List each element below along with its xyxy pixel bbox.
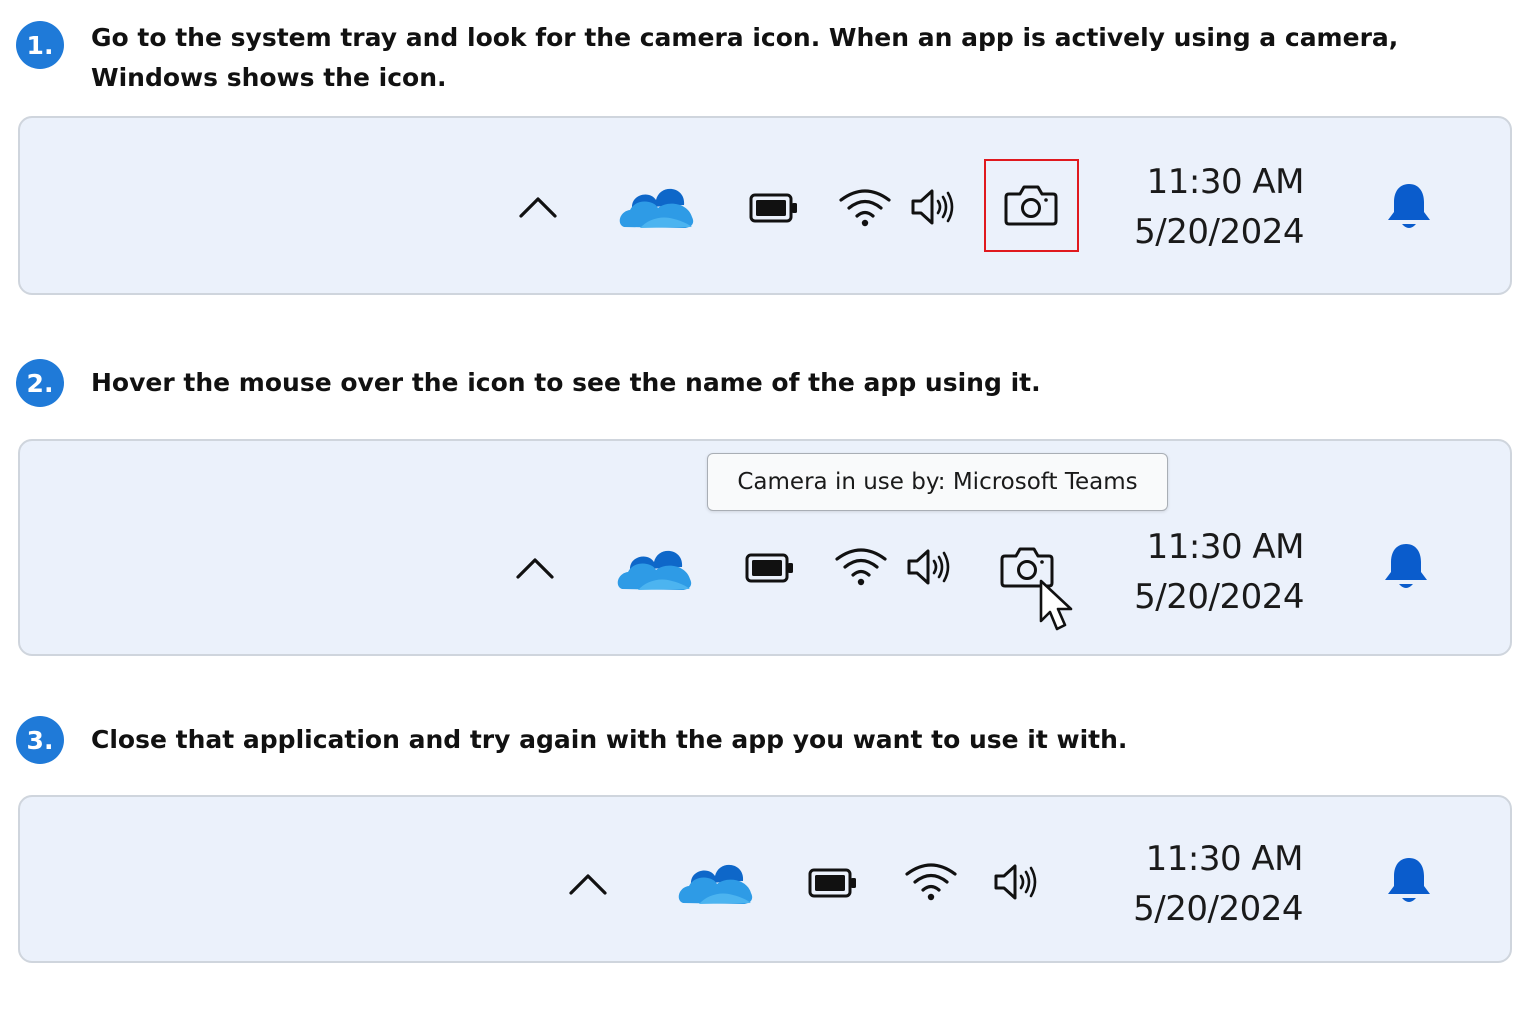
camera-tooltip: Camera in use by: Microsoft Teams xyxy=(707,453,1168,511)
bell-icon[interactable] xyxy=(1385,181,1433,233)
step-2-badge: 2. xyxy=(16,359,64,407)
chevron-up-icon[interactable] xyxy=(568,863,608,903)
system-tray-step-3: 11:30 AM 5/20/2024 xyxy=(18,795,1512,963)
camera-icon[interactable] xyxy=(1004,183,1058,227)
volume-icon[interactable] xyxy=(910,187,958,227)
clock[interactable]: 11:30 AM 5/20/2024 xyxy=(1133,834,1303,934)
battery-icon[interactable] xyxy=(749,192,799,224)
step-1-badge: 1. xyxy=(16,21,64,69)
battery-icon[interactable] xyxy=(808,867,858,899)
clock-time: 11:30 AM xyxy=(1146,162,1305,202)
onedrive-cloud-icon[interactable] xyxy=(616,543,692,591)
tooltip-text: Camera in use by: Microsoft Teams xyxy=(737,469,1138,495)
step-2-text: Hover the mouse over the icon to see the… xyxy=(91,368,1041,397)
onedrive-cloud-icon[interactable] xyxy=(677,857,753,905)
clock[interactable]: 11:30 AM 5/20/2024 xyxy=(1134,157,1304,257)
wifi-icon[interactable] xyxy=(834,546,888,586)
bell-icon[interactable] xyxy=(1382,541,1430,593)
step-3-text: Close that application and try again wit… xyxy=(91,725,1128,754)
clock-date: 5/20/2024 xyxy=(1134,212,1304,252)
step-3-number: 3. xyxy=(26,725,54,755)
bell-icon[interactable] xyxy=(1385,855,1433,907)
step-3-badge: 3. xyxy=(16,716,64,764)
system-tray-step-1: 11:30 AM 5/20/2024 xyxy=(18,116,1512,295)
clock-date: 5/20/2024 xyxy=(1134,577,1304,617)
wifi-icon[interactable] xyxy=(904,861,958,901)
system-tray-step-2: Camera in use by: Microsoft Teams 11:30 … xyxy=(18,439,1512,656)
clock-time: 11:30 AM xyxy=(1146,527,1305,567)
step-2-number: 2. xyxy=(26,368,54,398)
mouse-cursor-icon xyxy=(1038,579,1078,635)
clock-time: 11:30 AM xyxy=(1145,839,1304,879)
step-1-text: Go to the system tray and look for the c… xyxy=(91,23,1399,92)
volume-icon[interactable] xyxy=(906,547,954,587)
clock[interactable]: 11:30 AM 5/20/2024 xyxy=(1134,522,1304,622)
chevron-up-icon[interactable] xyxy=(515,547,555,587)
onedrive-cloud-icon[interactable] xyxy=(618,181,694,229)
chevron-up-icon[interactable] xyxy=(518,186,558,226)
wifi-icon[interactable] xyxy=(838,187,892,227)
clock-date: 5/20/2024 xyxy=(1133,889,1303,929)
volume-icon[interactable] xyxy=(993,862,1041,902)
step-1-number: 1. xyxy=(26,30,54,60)
battery-icon[interactable] xyxy=(745,552,795,584)
